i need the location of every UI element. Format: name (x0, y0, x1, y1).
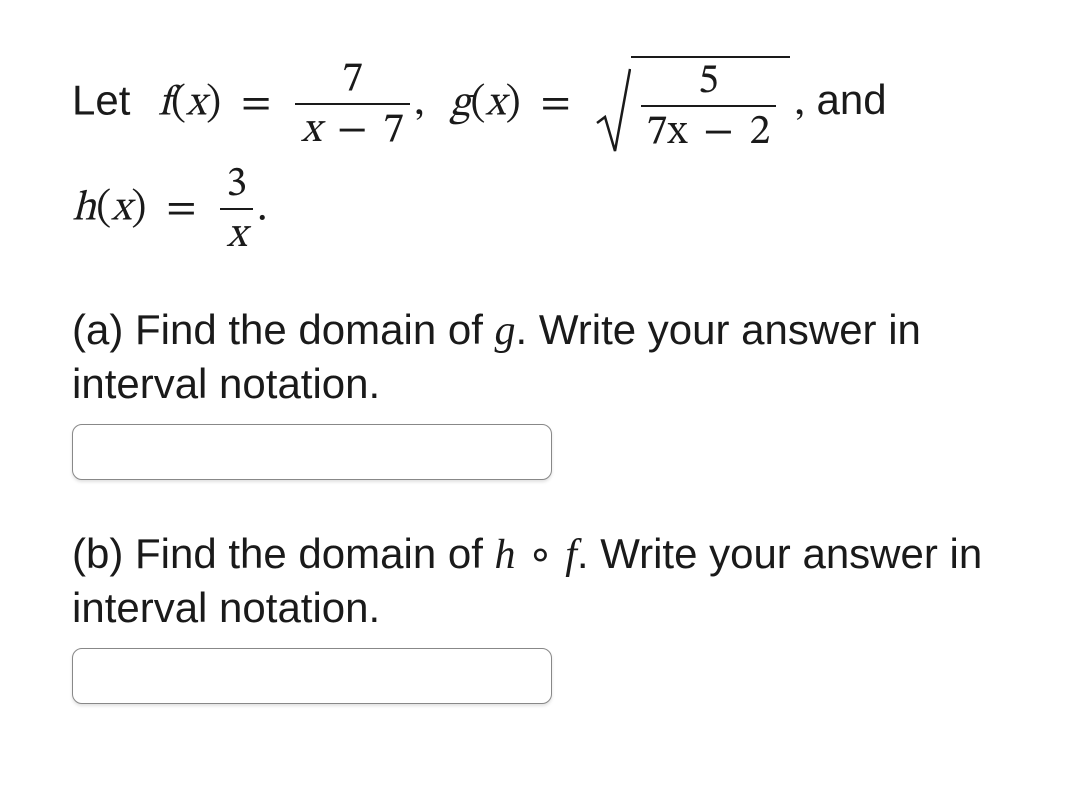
h-name: h (72, 187, 96, 229)
part-a-answer-input[interactable] (72, 424, 552, 480)
definitions-line-2: h(x) = 3 x . (72, 163, 1008, 256)
f-denominator: x − 7 (295, 105, 410, 151)
g-numerator: 5 (641, 60, 777, 107)
h-denominator: x (220, 210, 253, 256)
g-radicand: 5 7x − 2 (631, 56, 791, 153)
g-denominator: 7x − 2 (641, 107, 777, 153)
part-a-text-1: (a) Find the domain of (72, 306, 495, 353)
comma: , (414, 82, 424, 124)
close-paren: ) (206, 82, 221, 124)
part-b-fn-left: h (495, 532, 516, 578)
compose-icon: ∘ (527, 532, 553, 578)
h-numerator: 3 (220, 163, 253, 210)
g-sqrt: 5 7x − 2 (595, 56, 791, 153)
open-paren: ( (171, 82, 186, 124)
and-word: and (816, 76, 886, 123)
h-fraction: 3 x (220, 163, 253, 256)
f-name: f (158, 82, 171, 124)
f-numerator: 7 (295, 58, 410, 105)
g-fraction: 5 7x − 2 (641, 60, 777, 153)
part-b-answer-input[interactable] (72, 648, 552, 704)
part-a-fn: g (495, 308, 516, 354)
part-a: (a) Find the domain of g. Write your ans… (72, 304, 1008, 480)
part-b-text-1: (b) Find the domain of (72, 530, 495, 577)
function-definitions: Let f(x) = 7 x − 7 , g(x) = (72, 56, 1008, 256)
definitions-line-1: Let f(x) = 7 x − 7 , g(x) = (72, 56, 1008, 153)
part-b-fn-right: f (565, 532, 577, 578)
equals: = (241, 82, 271, 124)
let-word: Let (72, 76, 130, 123)
radical-icon (595, 67, 631, 153)
f-arg: x (186, 82, 206, 124)
part-b: (b) Find the domain of h ∘ f. Write your… (72, 528, 1008, 704)
g-name: g (450, 82, 470, 124)
f-fraction: 7 x − 7 (295, 58, 410, 151)
period: . (257, 187, 267, 229)
